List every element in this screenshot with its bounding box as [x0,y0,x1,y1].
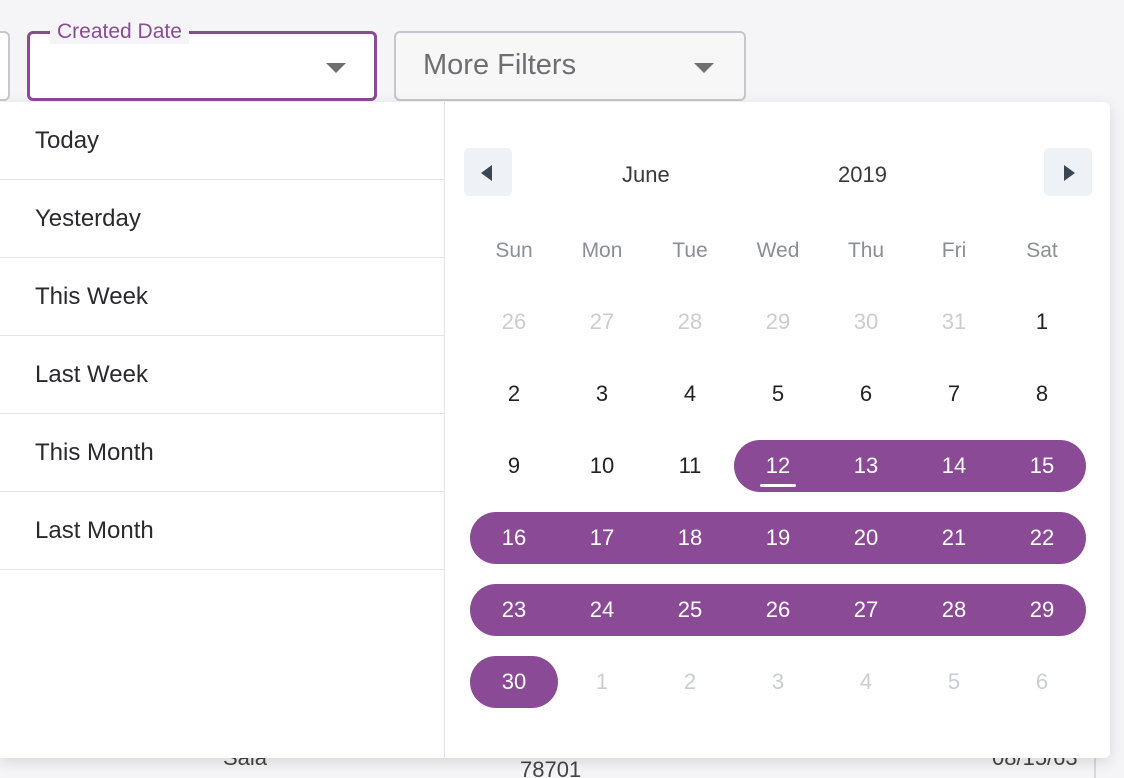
calendar-day[interactable]: 21 [910,512,998,564]
calendar-day[interactable]: 25 [646,584,734,636]
calendar-day[interactable]: 3 [558,368,646,420]
calendar-day[interactable]: 28 [646,296,734,348]
weekday-label: Thu [847,239,885,262]
weekday-label: Tue [672,239,708,262]
calendar-day[interactable]: 19 [734,512,822,564]
calendar-day[interactable]: 1 [998,296,1086,348]
calendar-day[interactable]: 9 [470,440,558,492]
calendar-day[interactable]: 26 [734,584,822,636]
preset-last-week[interactable]: Last Week [0,336,444,414]
calendar-day[interactable]: 29 [734,296,822,348]
calendar-day[interactable]: 15 [998,440,1086,492]
calendar-day[interactable]: 2 [470,368,558,420]
calendar-week: 26 27 28 29 30 31 1 [470,296,1086,348]
calendar-day[interactable]: 11 [646,440,734,492]
background-table-zip: 78701 [520,757,582,778]
calendar: June 2019 Sun Mon Tue Wed Thu Fri Sat 26… [445,102,1110,758]
weekday-label: Sun [495,239,533,262]
caret-right-icon [1064,165,1075,181]
weekday-label: Wed [756,239,800,262]
calendar-day[interactable]: 26 [470,296,558,348]
calendar-day[interactable]: 4 [822,656,910,708]
weekday-label: Mon [581,239,623,262]
calendar-day[interactable]: 23 [470,584,558,636]
calendar-day[interactable]: 28 [910,584,998,636]
calendar-day[interactable]: 27 [822,584,910,636]
preset-yesterday[interactable]: Yesterday [0,180,444,258]
calendar-day[interactable]: 20 [822,512,910,564]
caret-left-icon [481,165,492,181]
calendar-month[interactable]: June [622,162,670,188]
more-filters-label: More Filters [423,49,577,81]
calendar-day[interactable]: 5 [734,368,822,420]
calendar-day[interactable]: 6 [998,656,1086,708]
next-month-button[interactable] [1044,148,1092,196]
calendar-day[interactable]: 22 [998,512,1086,564]
calendar-day[interactable]: 10 [558,440,646,492]
calendar-day[interactable]: 5 [910,656,998,708]
calendar-week: 16 17 18 19 20 21 22 [470,512,1086,564]
calendar-week: 23 24 25 26 27 28 29 [470,584,1086,636]
calendar-week: 2345678 [470,368,1086,420]
calendar-day[interactable]: 13 [822,440,910,492]
calendar-day[interactable]: 27 [558,296,646,348]
created-date-legend: Created Date [50,20,189,44]
calendar-week: 30 1 2 3 4 5 6 [470,656,1086,708]
previous-filter-edge[interactable] [0,31,10,101]
previous-month-button[interactable] [464,148,512,196]
date-presets-list: Today Yesterday This Week Last Week This… [0,102,445,758]
calendar-day[interactable]: 4 [646,368,734,420]
calendar-day[interactable]: 30 [470,656,558,708]
date-picker-panel: Today Yesterday This Week Last Week This… [0,102,1110,758]
calendar-year[interactable]: 2019 [838,162,887,188]
weekday-label: Sat [1026,239,1058,262]
calendar-day[interactable]: 30 [822,296,910,348]
calendar-day[interactable]: 29 [998,584,1086,636]
calendar-day[interactable]: 31 [910,296,998,348]
weekday-header: Sun Mon Tue Wed Thu Fri Sat [470,239,1086,263]
calendar-day-today[interactable]: 12 [734,440,822,492]
calendar-day[interactable]: 7 [910,368,998,420]
preset-this-week[interactable]: This Week [0,258,444,336]
calendar-day[interactable]: 1 [558,656,646,708]
calendar-day[interactable]: 24 [558,584,646,636]
preset-today[interactable]: Today [0,102,444,180]
calendar-day[interactable]: 16 [470,512,558,564]
weekday-label: Fri [941,239,967,262]
calendar-day[interactable]: 18 [646,512,734,564]
calendar-day[interactable]: 8 [998,368,1086,420]
calendar-day[interactable]: 17 [558,512,646,564]
chevron-down-icon [326,63,346,73]
chevron-down-icon [694,63,714,73]
created-date-dropdown[interactable]: Created Date [27,20,377,101]
calendar-week: 9 10 11 12 13 14 15 [470,440,1086,492]
preset-last-month[interactable]: Last Month [0,492,444,570]
calendar-day[interactable]: 2 [646,656,734,708]
calendar-day[interactable]: 14 [910,440,998,492]
calendar-day[interactable]: 3 [734,656,822,708]
preset-this-month[interactable]: This Month [0,414,444,492]
more-filters-dropdown[interactable]: More Filters [394,31,746,101]
calendar-day[interactable]: 6 [822,368,910,420]
